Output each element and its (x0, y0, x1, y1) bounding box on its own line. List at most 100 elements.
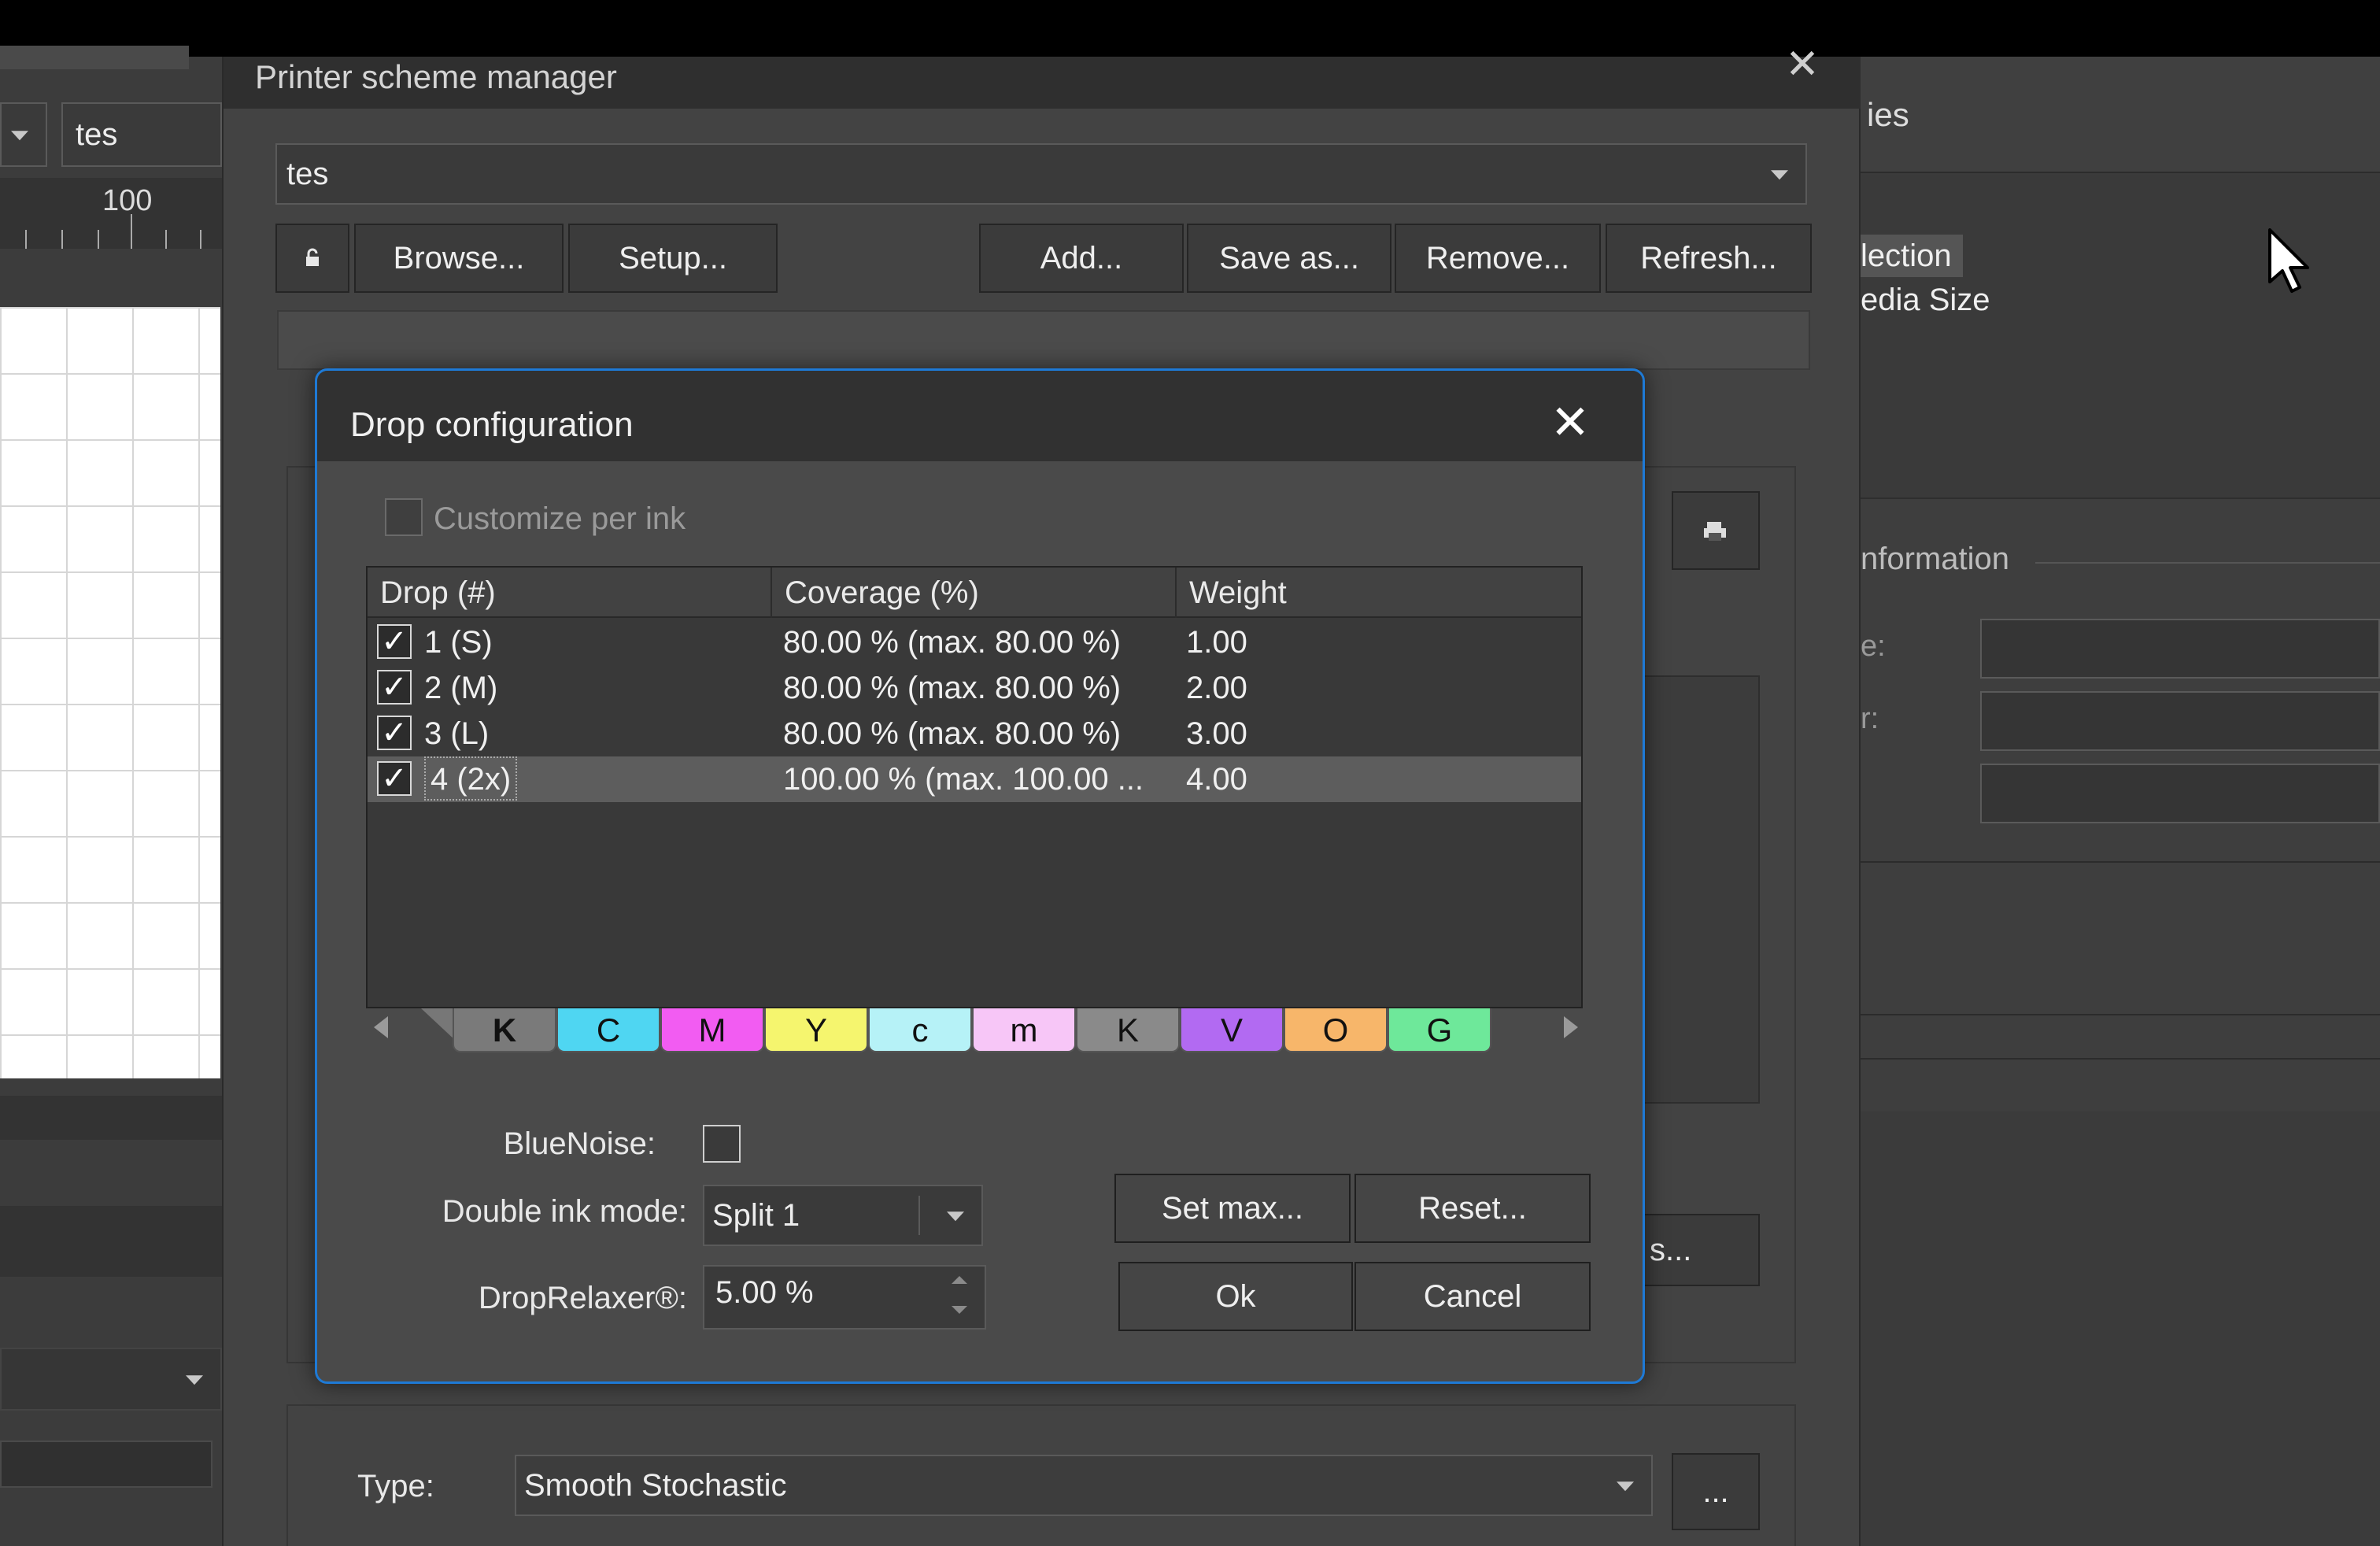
ink-tab[interactable]: K (1076, 1008, 1180, 1052)
column-header-drop[interactable]: Drop (#) (368, 568, 772, 618)
table-row[interactable]: ✓ 1 (S) 80.00 % (max. 80.00 %) 1.00 (368, 620, 1581, 665)
ink-tab[interactable]: O (1284, 1008, 1388, 1052)
property-list-item-selection[interactable]: lection (1861, 235, 1963, 277)
customize-per-ink-checkbox[interactable] (385, 498, 423, 536)
droprelaxer-spinbox[interactable]: 5.00 % (703, 1265, 986, 1330)
ink-tab[interactable]: V (1180, 1008, 1284, 1052)
bluenoise-checkbox[interactable] (703, 1125, 741, 1163)
setup-button[interactable]: Setup... (568, 224, 778, 293)
coverage-cell: 80.00 % (max. 80.00 %) (783, 671, 1122, 705)
ok-button[interactable]: Ok (1118, 1262, 1353, 1331)
type-combo[interactable]: Smooth Stochastic (515, 1455, 1653, 1516)
partial-button[interactable]: s... (1640, 1214, 1760, 1286)
remove-button[interactable]: Remove... (1395, 224, 1601, 293)
weight-cell: 1.00 (1186, 625, 1247, 660)
scheme-combo[interactable]: tes (275, 143, 1807, 205)
droprelaxer-value: 5.00 % (715, 1275, 814, 1310)
weight-cell: 4.00 (1186, 762, 1247, 797)
ruler-label: 100 (102, 184, 153, 217)
coverage-cell: 100.00 % (max. 100.00 ... (783, 762, 1144, 797)
property-list-item-media-size[interactable]: edia Size (1861, 279, 1990, 321)
percent-field (0, 46, 189, 69)
left-bottom-combo[interactable] (0, 1348, 222, 1411)
row-checkbox[interactable]: ✓ (377, 670, 412, 705)
info-field-1[interactable] (1980, 619, 2380, 679)
set-max-button[interactable]: Set max... (1114, 1174, 1351, 1243)
table-row[interactable]: ✓ 2 (M) 80.00 % (max. 80.00 %) 2.00 (368, 665, 1581, 711)
info-field-label-2: r: (1861, 702, 1879, 735)
main-titlebar: Printer scheme manager (224, 57, 1861, 109)
left-strip-2 (0, 1206, 222, 1277)
row-checkbox[interactable]: ✓ (377, 624, 412, 659)
tab-scroll-left-icon[interactable] (374, 1016, 388, 1038)
weight-cell: 2.00 (1186, 671, 1247, 705)
ink-tab[interactable]: m (972, 1008, 1076, 1052)
ink-tab[interactable]: M (660, 1008, 764, 1052)
mouse-cursor-icon (2268, 228, 2309, 293)
lock-icon (306, 248, 319, 266)
customize-per-ink-label: Customize per ink (434, 501, 686, 536)
printer-icon (1704, 522, 1726, 541)
left-scheme-combo-value: tes (76, 117, 118, 152)
tab-scroll-right-icon[interactable] (1564, 1016, 1578, 1038)
left-bottom-field[interactable] (0, 1441, 213, 1488)
ink-tab[interactable]: Y (764, 1008, 868, 1052)
info-field-3[interactable] (1980, 764, 2380, 823)
double-ink-mode-value: Split 1 (712, 1198, 800, 1233)
type-options-button[interactable]: ... (1672, 1453, 1760, 1530)
background-right-panel: ies lection edia Size nformation e: r: (1861, 57, 2380, 1546)
left-dropdown-arrow[interactable] (0, 102, 47, 167)
information-group: nformation e: r: (1861, 497, 2380, 1111)
info-strip (277, 310, 1810, 370)
scheme-icon-button[interactable] (1672, 491, 1760, 570)
drop-cell: 2 (M) (424, 671, 498, 705)
drop-close-button[interactable]: ✕ (1539, 391, 1602, 454)
bluenoise-label: BlueNoise: (503, 1126, 656, 1161)
ink-tab[interactable]: K (453, 1008, 556, 1052)
drop-cell: 3 (L) (424, 716, 490, 751)
information-group-title: nformation (1861, 542, 2009, 576)
spin-up-icon[interactable] (952, 1276, 967, 1284)
drop-cell: 4 (2x) (424, 756, 518, 801)
table-row-selected[interactable]: ✓ 4 (2x) 100.00 % (max. 100.00 ... 4.00 (368, 756, 1581, 802)
drop-titlebar: Drop configuration (317, 371, 1643, 461)
browse-button[interactable]: Browse... (354, 224, 564, 293)
row-checkbox[interactable]: ✓ (377, 716, 412, 750)
info-field-2[interactable] (1980, 691, 2380, 751)
double-ink-mode-label: Double ink mode: (442, 1194, 687, 1229)
row-checkbox[interactable]: ✓ (377, 761, 412, 796)
left-scheme-combo[interactable]: tes (61, 102, 222, 167)
save-as-button[interactable]: Save as... (1187, 224, 1391, 293)
drop-dialog-title: Drop configuration (350, 405, 634, 444)
top-bar (0, 0, 2380, 57)
reset-button[interactable]: Reset... (1354, 1174, 1591, 1243)
preview-pane (1640, 675, 1760, 1104)
left-strip-1 (0, 1096, 222, 1140)
ruler: 100 (0, 178, 222, 249)
properties-title: ies (1867, 96, 1909, 133)
spin-down-icon[interactable] (952, 1306, 967, 1314)
cancel-button[interactable]: Cancel (1354, 1262, 1591, 1331)
ink-tab[interactable]: G (1388, 1008, 1491, 1052)
coverage-cell: 80.00 % (max. 80.00 %) (783, 625, 1122, 660)
info-field-label-1: e: (1861, 630, 1886, 663)
type-label: Type: (357, 1469, 434, 1503)
coverage-cell: 80.00 % (max. 80.00 %) (783, 716, 1122, 751)
type-combo-value: Smooth Stochastic (524, 1468, 787, 1503)
ink-tab[interactable]: c (868, 1008, 972, 1052)
table-header: Drop (#) Coverage (%) Weight (368, 568, 1581, 618)
add-button[interactable]: Add... (979, 224, 1184, 293)
column-header-weight[interactable]: Weight (1177, 568, 1581, 618)
table-row[interactable]: ✓ 3 (L) 80.00 % (max. 80.00 %) 3.00 (368, 711, 1581, 756)
properties-header: ies (1861, 57, 2380, 173)
lock-button[interactable] (275, 224, 349, 293)
main-close-button[interactable]: ✕ (1780, 43, 1824, 87)
refresh-button[interactable]: Refresh... (1606, 224, 1812, 293)
drop-table[interactable]: Drop (#) Coverage (%) Weight ✓ 1 (S) 80.… (366, 566, 1583, 1008)
drop-configuration-dialog: Drop configuration ✕ Customize per ink D… (315, 368, 1645, 1384)
ink-tabs: K C M Y c m K V O G (366, 1008, 1583, 1082)
double-ink-mode-combo[interactable]: Split 1 (703, 1185, 983, 1246)
ink-tab[interactable]: C (556, 1008, 660, 1052)
column-header-coverage[interactable]: Coverage (%) (772, 568, 1177, 618)
canvas-area[interactable] (0, 307, 220, 1078)
